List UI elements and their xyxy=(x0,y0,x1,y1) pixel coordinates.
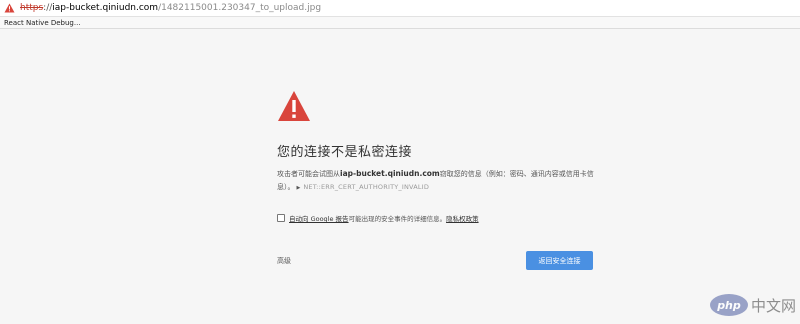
url-path: /1482115001.230347_to_upload.jpg xyxy=(158,3,322,13)
explanation-prefix: 攻击者可能会试图从 xyxy=(277,170,340,178)
watermark-text: 中文网 xyxy=(750,296,796,315)
report-checkbox-row: 自动向 Google 报告 可能出现的安全事件的详细信息。 隐私权政策 xyxy=(277,213,479,223)
advanced-link[interactable]: 高级 xyxy=(277,256,291,266)
url-host: iap-bucket.qiniudn.com xyxy=(52,3,159,13)
address-bar[interactable]: https://iap-bucket.qiniudn.com/148211500… xyxy=(0,0,800,17)
site-domain: iap-bucket.qiniudn.com xyxy=(340,169,440,178)
explanation-paragraph: 攻击者可能会试图从iap-bucket.qiniudn.com窃取您的信息（例如… xyxy=(277,167,607,195)
not-secure-warning-icon[interactable] xyxy=(4,3,15,14)
url-scheme: https xyxy=(20,3,44,13)
expand-arrow-icon[interactable]: ▶ xyxy=(297,185,301,191)
browser-window: https://iap-bucket.qiniudn.com/148211500… xyxy=(0,0,800,324)
php-cn-watermark: php 中文网 xyxy=(709,294,796,316)
bookmark-react-native-debug[interactable]: React Native Debug... xyxy=(4,19,81,27)
warning-triangle-icon xyxy=(277,90,311,122)
report-checkbox[interactable] xyxy=(277,214,285,222)
error-code[interactable]: NET::ERR_CERT_AUTHORITY_INVALID xyxy=(303,183,429,191)
back-to-safety-button[interactable]: 返回安全连接 xyxy=(526,251,593,270)
bookmarks-bar: React Native Debug... xyxy=(0,17,800,29)
page-title: 您的连接不是私密连接 xyxy=(277,145,413,160)
php-logo: php xyxy=(709,294,748,316)
privacy-policy-link[interactable]: 隐私权政策 xyxy=(446,213,479,223)
report-link[interactable]: 自动向 Google 报告 xyxy=(289,213,349,223)
url-separator: :// xyxy=(43,3,53,13)
report-text: 可能出现的安全事件的详细信息。 xyxy=(348,215,447,223)
